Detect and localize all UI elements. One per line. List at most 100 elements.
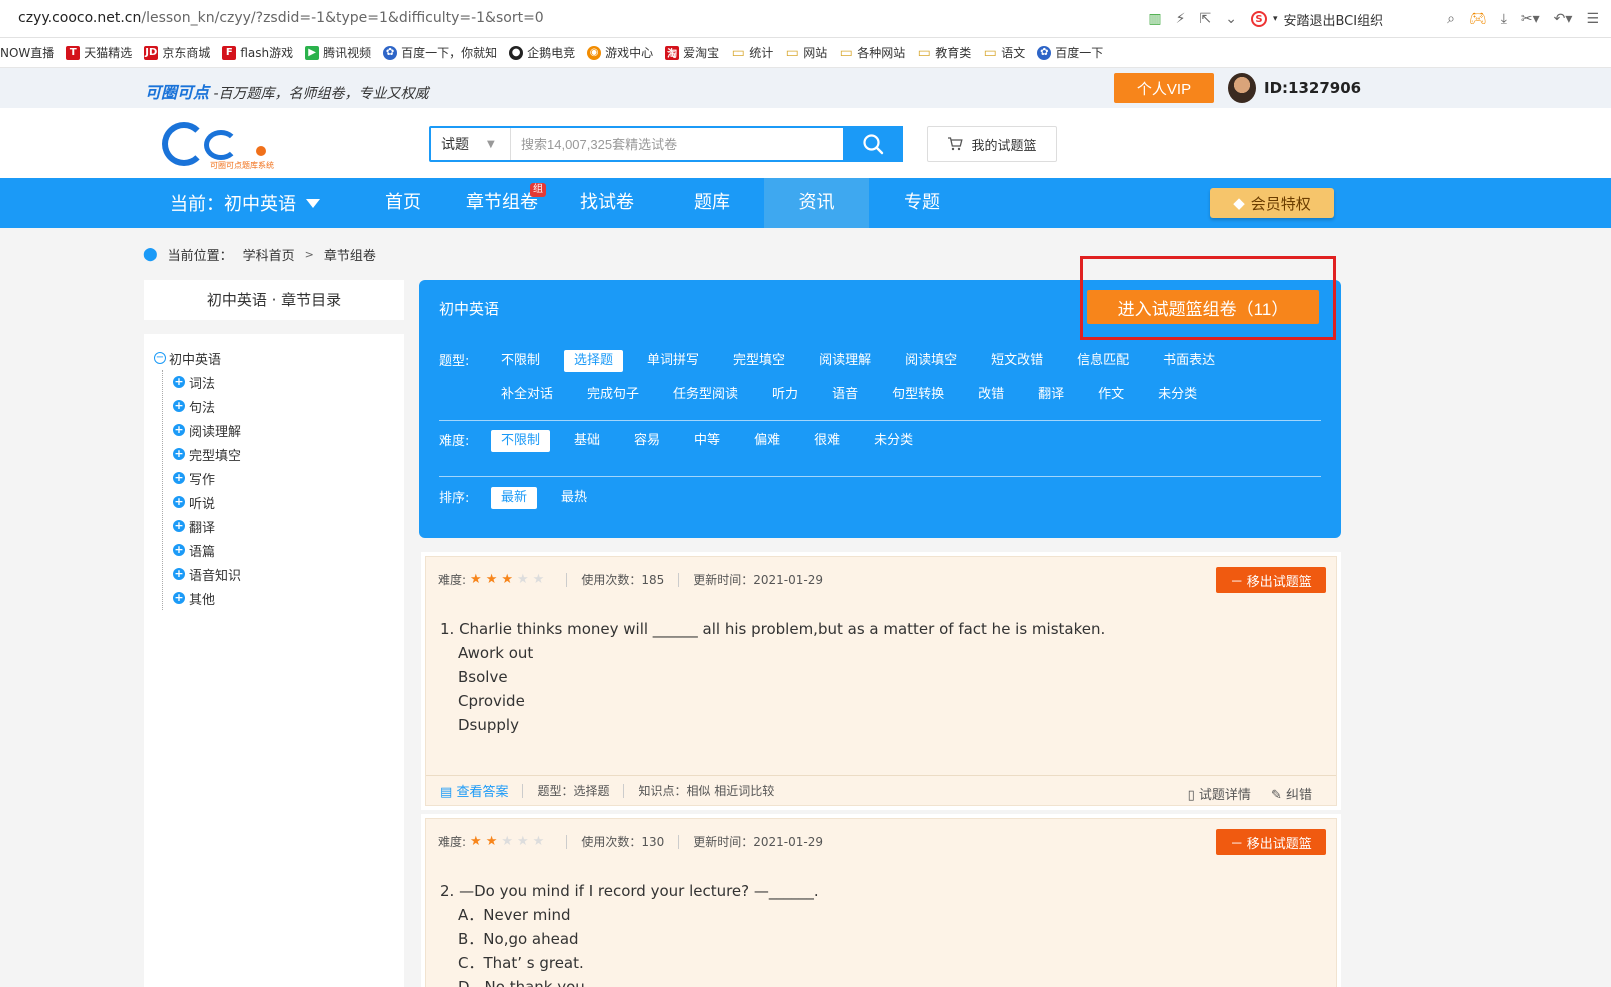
expand-icon[interactable]: + — [173, 592, 185, 604]
bookmark-item[interactable]: 淘爱淘宝 — [665, 44, 719, 61]
avatar[interactable] — [1228, 73, 1256, 103]
bookmark-item[interactable]: ▭ 各种网站 — [839, 44, 906, 61]
reader-mode-icon[interactable]: ▥ — [1148, 11, 1161, 27]
difficulty-option[interactable]: 容易 — [624, 430, 670, 452]
nav-topics[interactable]: 专题 — [885, 178, 959, 228]
type-option[interactable]: 不限制 — [491, 350, 550, 372]
report-error-link[interactable]: ✎ 纠错 — [1271, 784, 1312, 803]
sort-option[interactable]: 最热 — [551, 487, 597, 509]
difficulty-option[interactable]: 未分类 — [864, 430, 923, 452]
browser-address-bar[interactable]: czyy.cooco.net.cn/lesson_kn/czyy/?zsdid=… — [0, 0, 1611, 38]
lightning-icon[interactable]: ⚡ — [1176, 11, 1186, 27]
tree-node[interactable]: + 语篇 — [173, 538, 404, 562]
type-option[interactable]: 完型填空 — [723, 350, 795, 372]
bookmark-item[interactable]: ✿ 百度一下，你就知 — [383, 44, 497, 61]
tree-node[interactable]: + 词法 — [173, 370, 404, 394]
breadcrumb-subject-home[interactable]: 学科首页 — [243, 245, 295, 264]
type-option[interactable]: 句型转换 — [882, 384, 954, 406]
type-option[interactable]: 阅读理解 — [809, 350, 881, 372]
expand-icon[interactable]: + — [173, 424, 185, 436]
bookmark-item[interactable]: NOW直播 — [0, 44, 54, 61]
type-option[interactable]: 改错 — [968, 384, 1014, 406]
nav-home[interactable]: 首页 — [368, 178, 438, 228]
gamepad-icon[interactable]: 🎮︎ — [1469, 11, 1487, 27]
member-privilege-button[interactable]: ◆ 会员特权 — [1210, 188, 1334, 218]
breadcrumb-chapter-compose[interactable]: 章节组卷 — [324, 245, 376, 264]
tree-node[interactable]: + 听说 — [173, 490, 404, 514]
tree-root[interactable]: − 初中英语 — [154, 346, 404, 370]
type-option[interactable]: 作文 — [1088, 384, 1134, 406]
type-option[interactable]: 书面表达 — [1153, 350, 1225, 372]
scissors-icon[interactable]: ✂▾ — [1521, 11, 1540, 27]
bookmark-item[interactable]: T 天猫精选 — [66, 44, 132, 61]
site-logo[interactable]: 可圈可点题库系统 — [162, 118, 282, 170]
nav-question-bank[interactable]: 题库 — [672, 178, 752, 228]
undo-icon[interactable]: ↶▾ — [1554, 11, 1573, 27]
expand-icon[interactable]: + — [173, 544, 185, 556]
bookmark-item[interactable]: ▭ 语文 — [983, 44, 1026, 61]
subject-selector[interactable]: 当前：初中英语 — [170, 178, 320, 228]
tree-node[interactable]: + 语音知识 — [173, 562, 404, 586]
bookmark-item[interactable]: ▭ 统计 — [731, 44, 774, 61]
type-option[interactable]: 短文改错 — [981, 350, 1053, 372]
nav-find-papers[interactable]: 找试卷 — [570, 178, 644, 228]
expand-icon[interactable]: + — [173, 376, 185, 388]
difficulty-option[interactable]: 中等 — [684, 430, 730, 452]
collapse-icon[interactable]: − — [154, 352, 166, 364]
share-icon[interactable]: ⇱ — [1199, 11, 1211, 27]
download-icon[interactable]: ⤓ — [1501, 11, 1507, 27]
type-option[interactable]: 任务型阅读 — [663, 384, 748, 406]
expand-icon[interactable]: + — [173, 520, 185, 532]
difficulty-option[interactable]: 不限制 — [491, 430, 551, 452]
bookmark-item[interactable]: ▶ 腾讯视频 — [305, 44, 371, 61]
bookmark-item[interactable]: ◉ 游戏中心 — [587, 44, 653, 61]
expand-icon[interactable]: + — [173, 568, 185, 580]
bookmark-item[interactable]: ▭ 教育类 — [917, 44, 972, 61]
bookmark-item[interactable]: JD 京东商城 — [144, 44, 210, 61]
type-option[interactable]: 语音 — [822, 384, 868, 406]
type-option[interactable]: 阅读填空 — [895, 350, 967, 372]
difficulty-option[interactable]: 偏难 — [744, 430, 790, 452]
search-button[interactable] — [843, 126, 903, 162]
difficulty-option[interactable]: 基础 — [564, 430, 610, 452]
type-option[interactable]: 未分类 — [1148, 384, 1207, 406]
bookmark-item[interactable]: ▭ 网站 — [785, 44, 828, 61]
view-answer-link[interactable]: ▤ 查看答案 — [440, 781, 508, 800]
bookmark-item[interactable]: ● 企鹅电竞 — [509, 44, 575, 61]
tree-node[interactable]: + 完型填空 — [173, 442, 404, 466]
type-option[interactable]: 补全对话 — [491, 384, 563, 406]
chevron-down-icon[interactable]: ⌄ — [1225, 11, 1237, 27]
search-type-select[interactable]: 试题 ▼ — [431, 128, 511, 160]
bookmark-item[interactable]: Fflash游戏 — [222, 44, 293, 61]
question-detail-link[interactable]: ▯ 试题详情 — [1188, 784, 1251, 803]
magnifier-icon[interactable]: ⌕ — [1447, 11, 1455, 27]
remove-from-basket-button[interactable]: － 移出试题篮 — [1216, 567, 1326, 593]
menu-icon[interactable]: ☰ — [1586, 11, 1599, 27]
type-option[interactable]: 翻译 — [1028, 384, 1074, 406]
bookmark-item[interactable]: ✿ 百度一下 — [1037, 44, 1103, 61]
expand-icon[interactable]: + — [173, 496, 185, 508]
search-input[interactable] — [513, 128, 833, 160]
tree-node[interactable]: + 阅读理解 — [173, 418, 404, 442]
tree-node[interactable]: + 写作 — [173, 466, 404, 490]
type-option[interactable]: 单词拼写 — [637, 350, 709, 372]
my-basket-button[interactable]: 我的试题篮 — [927, 126, 1057, 162]
user-id[interactable]: ID:1327906 — [1264, 79, 1361, 97]
url-text[interactable]: czyy.cooco.net.cn/lesson_kn/czyy/?zsdid=… — [18, 10, 544, 26]
type-option[interactable]: 信息匹配 — [1067, 350, 1139, 372]
expand-icon[interactable]: + — [173, 472, 185, 484]
nav-chapter-compose[interactable]: 章节组卷 组 — [462, 178, 546, 228]
tree-node[interactable]: + 句法 — [173, 394, 404, 418]
type-option[interactable]: 选择题 — [564, 350, 624, 372]
nav-news[interactable]: 资讯 — [764, 178, 869, 228]
remove-from-basket-button[interactable]: － 移出试题篮 — [1216, 829, 1326, 855]
expand-icon[interactable]: + — [173, 400, 185, 412]
difficulty-option[interactable]: 很难 — [804, 430, 850, 452]
personal-vip-button[interactable]: 个人VIP — [1114, 73, 1214, 103]
tree-node[interactable]: + 翻译 — [173, 514, 404, 538]
sort-option[interactable]: 最新 — [491, 487, 538, 509]
expand-icon[interactable]: + — [173, 448, 185, 460]
search-engine-extension[interactable]: S ▾ 安踏退出BCI组织 — [1250, 10, 1383, 29]
tree-node[interactable]: + 其他 — [173, 586, 404, 610]
type-option[interactable]: 听力 — [762, 384, 808, 406]
